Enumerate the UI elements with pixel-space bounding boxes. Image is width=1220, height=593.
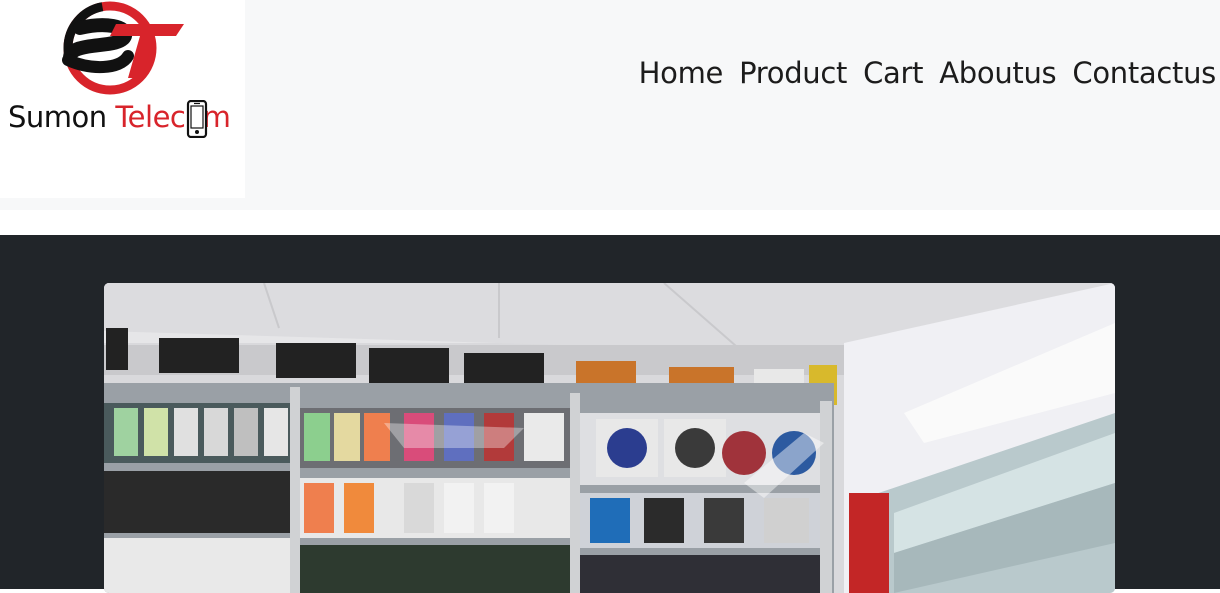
st-monogram-icon [62, 1, 184, 95]
nav-product-link[interactable]: Product [739, 56, 847, 90]
hero-section [0, 235, 1220, 593]
nav-contactus-link[interactable]: Contactus [1072, 56, 1216, 90]
brand-name-part1: Sumon [8, 100, 107, 134]
nav-home-link[interactable]: Home [639, 56, 724, 90]
nav-cart-link[interactable]: Cart [863, 56, 923, 90]
brand-name-part2: Telecom [115, 100, 231, 134]
phone-icon [186, 100, 208, 138]
shop-photo-illustration [104, 283, 1115, 593]
navbar: Sumon Telecom Home Product Cart Aboutus … [0, 0, 1220, 210]
shop-photo [104, 283, 1115, 593]
nav-aboutus-link[interactable]: Aboutus [939, 56, 1056, 90]
main-nav: Home Product Cart Aboutus Contactus [639, 56, 1217, 90]
header-spacer [0, 210, 1220, 235]
brand-logo-link[interactable]: Sumon Telecom [0, 0, 245, 198]
